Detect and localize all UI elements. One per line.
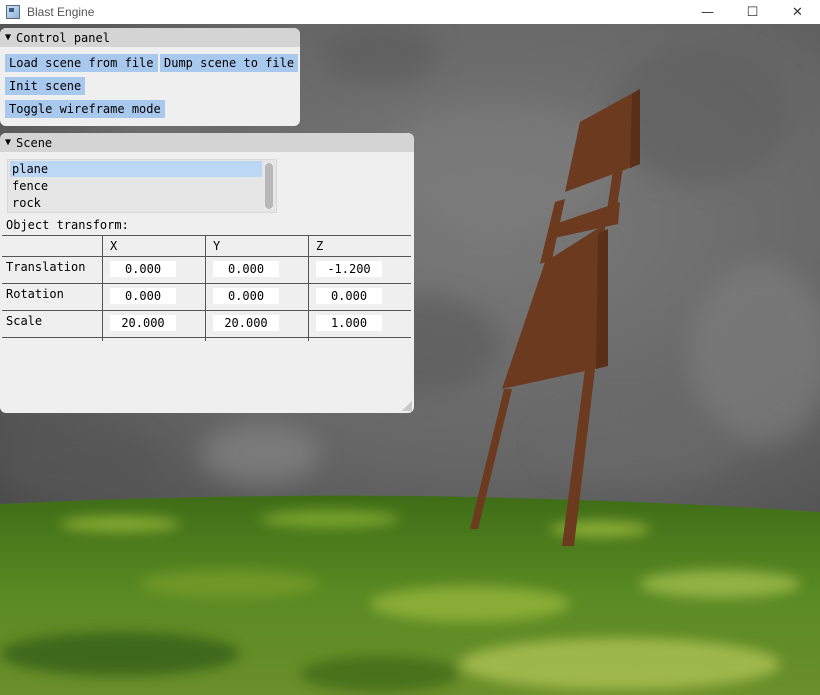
title-bar: Blast Engine — ☐ ✕ bbox=[0, 0, 820, 24]
scale-y-field[interactable]: 20.000 bbox=[213, 315, 279, 331]
column-header-z: Z bbox=[316, 239, 324, 253]
window-title: Blast Engine bbox=[27, 5, 95, 19]
scene-panel-header[interactable]: ▼ Scene bbox=[0, 133, 414, 152]
row-label-rotation: Rotation bbox=[6, 287, 64, 301]
maximize-button[interactable]: ☐ bbox=[730, 0, 775, 24]
table-divider bbox=[102, 235, 103, 341]
translation-y-field[interactable]: 0.000 bbox=[213, 261, 279, 277]
translation-z-field[interactable]: -1.200 bbox=[316, 261, 382, 277]
list-item-plane[interactable]: plane bbox=[10, 161, 262, 177]
minimize-button[interactable]: — bbox=[685, 0, 730, 24]
init-scene-button[interactable]: Init scene bbox=[5, 77, 86, 95]
control-panel-header[interactable]: ▼ Control panel bbox=[0, 28, 300, 47]
collapse-triangle-icon[interactable]: ▼ bbox=[5, 137, 11, 148]
window-controls: — ☐ ✕ bbox=[685, 0, 820, 24]
table-divider bbox=[2, 235, 411, 236]
rotation-y-field[interactable]: 0.000 bbox=[213, 288, 279, 304]
column-header-x: X bbox=[110, 239, 118, 253]
dump-scene-button[interactable]: Dump scene to file bbox=[160, 54, 299, 72]
scene-panel-title: Scene bbox=[16, 135, 53, 150]
table-divider bbox=[2, 337, 411, 338]
control-panel-title: Control panel bbox=[16, 30, 110, 45]
table-divider bbox=[308, 235, 309, 341]
collapse-triangle-icon[interactable]: ▼ bbox=[5, 32, 11, 43]
translation-x-field[interactable]: 0.000 bbox=[110, 261, 176, 277]
list-scrollbar[interactable] bbox=[265, 163, 273, 209]
load-scene-button[interactable]: Load scene from file bbox=[5, 54, 158, 72]
column-header-y: Y bbox=[213, 239, 221, 253]
object-transform-label: Object transform: bbox=[6, 218, 129, 232]
resize-grip-icon[interactable] bbox=[402, 401, 412, 411]
app-icon bbox=[6, 5, 20, 19]
scrollbar-thumb[interactable] bbox=[265, 163, 273, 209]
table-divider bbox=[205, 235, 206, 341]
scale-x-field[interactable]: 20.000 bbox=[110, 315, 176, 331]
table-divider bbox=[2, 310, 411, 311]
scene-object-list[interactable]: plane fence rock bbox=[7, 159, 277, 213]
scene-panel: ▼ Scene plane fence rock Object transfor… bbox=[0, 133, 414, 413]
list-item-fence[interactable]: fence bbox=[10, 178, 262, 194]
control-panel: ▼ Control panel Load scene from file Dum… bbox=[0, 28, 300, 126]
row-label-scale: Scale bbox=[6, 314, 43, 328]
row-label-translation: Translation bbox=[6, 260, 86, 274]
toggle-wireframe-button[interactable]: Toggle wireframe mode bbox=[5, 100, 165, 118]
table-divider bbox=[2, 256, 411, 257]
scale-z-field[interactable]: 1.000 bbox=[316, 315, 382, 331]
rotation-z-field[interactable]: 0.000 bbox=[316, 288, 382, 304]
table-divider bbox=[2, 283, 411, 284]
list-item-rock[interactable]: rock bbox=[10, 195, 262, 211]
close-button[interactable]: ✕ bbox=[775, 0, 820, 24]
rotation-x-field[interactable]: 0.000 bbox=[110, 288, 176, 304]
